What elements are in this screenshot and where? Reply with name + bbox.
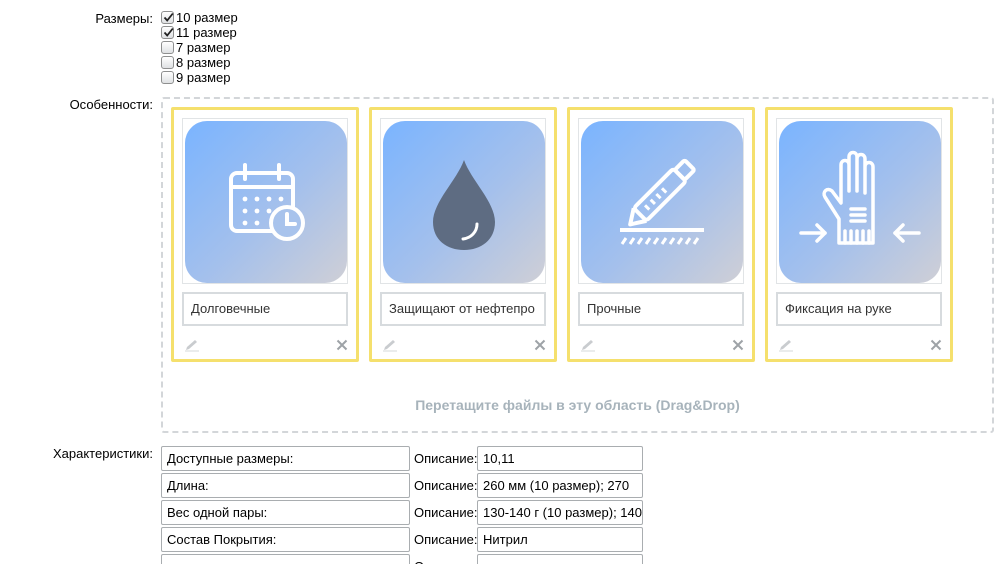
feature-image — [776, 118, 942, 284]
characteristic-name-input[interactable]: Вес одной пары: — [161, 500, 410, 525]
size-option-7[interactable]: 7 размер — [161, 40, 238, 55]
characteristic-name-input[interactable] — [161, 554, 410, 564]
utility-knife-icon — [620, 158, 704, 245]
size-checkbox-10[interactable] — [161, 11, 174, 24]
product-edit-form: Размеры: 10 размер 11 размер 7 размер 8 … — [0, 0, 1001, 564]
sizes-checkbox-list: 10 размер 11 размер 7 размер 8 размер 9 … — [161, 10, 238, 85]
oil-drop-icon — [433, 160, 495, 250]
pencil-icon[interactable] — [382, 338, 398, 352]
characteristic-value-input[interactable]: 260 мм (10 размер); 270 — [477, 473, 643, 498]
feature-image — [182, 118, 348, 284]
feature-caption-input[interactable]: Защищают от нефтепро — [380, 292, 546, 326]
size-checkbox-11[interactable] — [161, 26, 174, 39]
size-option-label: 11 размер — [176, 25, 237, 40]
feature-card: Фиксация на руке — [765, 107, 953, 362]
drop-hint: Перетащите файлы в эту область (Drag&Dro… — [415, 397, 740, 413]
feature-card: Прочные — [567, 107, 755, 362]
feature-card: Долговечные — [171, 107, 359, 362]
size-option-10[interactable]: 10 размер — [161, 10, 238, 25]
feature-caption-input[interactable]: Прочные — [578, 292, 744, 326]
pencil-icon[interactable] — [778, 338, 794, 352]
feature-image — [380, 118, 546, 284]
size-option-label: 10 размер — [176, 10, 238, 25]
checkmark-icon — [163, 27, 174, 37]
characteristic-value-input[interactable] — [477, 554, 643, 564]
size-option-label: 9 размер — [176, 70, 231, 85]
size-option-label: 7 размер — [176, 40, 231, 55]
size-option-8[interactable]: 8 размер — [161, 55, 238, 70]
size-option-11[interactable]: 11 размер — [161, 25, 238, 40]
characteristic-name-input[interactable]: Доступные размеры: — [161, 446, 410, 471]
close-icon[interactable] — [732, 339, 744, 351]
description-label: Описание: — [414, 505, 478, 520]
pencil-icon[interactable] — [580, 338, 596, 352]
size-checkbox-9[interactable] — [161, 71, 174, 84]
size-option-9[interactable]: 9 размер — [161, 70, 238, 85]
characteristic-name-input[interactable]: Состав Покрытия: — [161, 527, 410, 552]
feature-image — [578, 118, 744, 284]
close-icon[interactable] — [930, 339, 942, 351]
sizes-label: Размеры: — [95, 11, 153, 26]
description-label: Описание: — [414, 532, 478, 547]
pencil-icon[interactable] — [184, 338, 200, 352]
close-icon[interactable] — [336, 339, 348, 351]
size-option-label: 8 размер — [176, 55, 231, 70]
description-label: Описание: — [414, 478, 478, 493]
description-label: Описание: — [414, 554, 477, 564]
characteristic-value-input[interactable]: 130-140 г (10 размер); 140 — [477, 500, 643, 525]
size-checkbox-7[interactable] — [161, 41, 174, 54]
size-checkbox-8[interactable] — [161, 56, 174, 69]
features-label: Особенности: — [69, 97, 153, 112]
characteristic-name-input[interactable]: Длина: — [161, 473, 410, 498]
close-icon[interactable] — [534, 339, 546, 351]
feature-caption-input[interactable]: Долговечные — [182, 292, 348, 326]
characteristics-label: Характеристики: — [52, 446, 153, 461]
glove-fixation-icon — [799, 150, 921, 245]
description-label: Описание: — [414, 451, 478, 466]
characteristic-value-input[interactable]: Нитрил — [477, 527, 643, 552]
calendar-clock-icon — [229, 163, 305, 241]
feature-caption-input[interactable]: Фиксация на руке — [776, 292, 942, 326]
feature-card: Защищают от нефтепро — [369, 107, 557, 362]
characteristic-value-input[interactable]: 10,11 — [477, 446, 643, 471]
checkmark-icon — [163, 12, 174, 22]
